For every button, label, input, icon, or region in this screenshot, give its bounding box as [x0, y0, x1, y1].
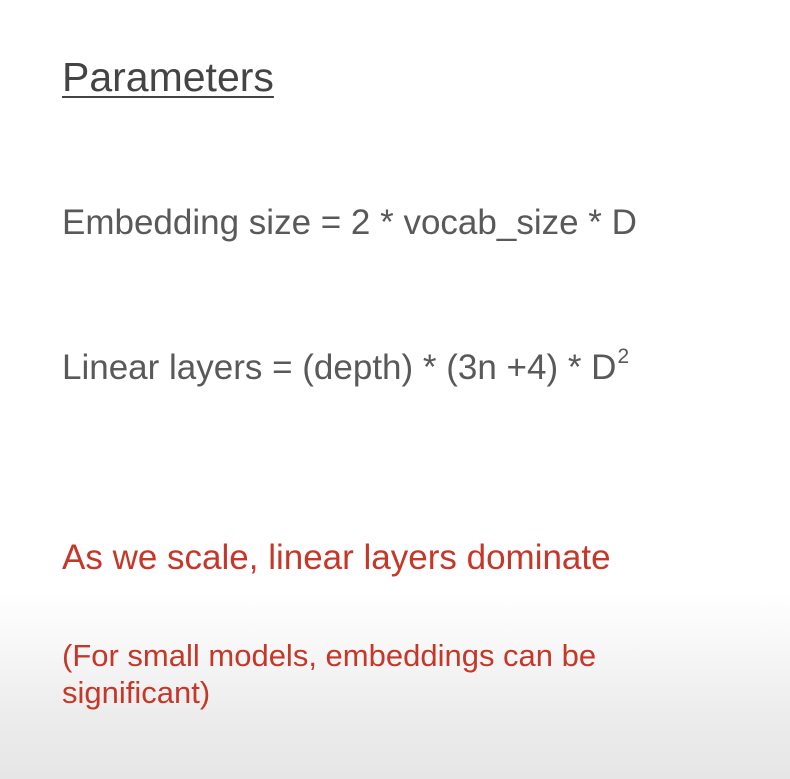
- small-models-note: (For small models, embeddings can be sig…: [62, 638, 597, 711]
- scaling-statement: As we scale, linear layers dominate: [62, 538, 611, 577]
- linear-layers-formula: Linear layers = (depth) * (3n +4) * D2: [62, 345, 630, 388]
- linear-layers-exponent: 2: [617, 345, 630, 368]
- slide-title: Parameters: [62, 54, 274, 100]
- slide: Parameters Embedding size = 2 * vocab_si…: [0, 0, 790, 779]
- linear-layers-formula-text: Linear layers = (depth) * (3n +4) * D: [62, 348, 617, 387]
- embedding-size-formula: Embedding size = 2 * vocab_size * D: [62, 203, 637, 242]
